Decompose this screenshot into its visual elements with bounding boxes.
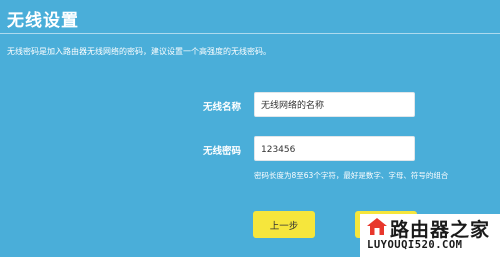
header-divider bbox=[0, 33, 500, 34]
password-label: 无线密码 bbox=[203, 146, 242, 157]
watermark-site: LUYOUQI520.COM bbox=[367, 239, 463, 251]
page-description: 无线密码是加入路由器无线网络的密码，建议设置一个高强度的无线密码。 bbox=[7, 47, 271, 56]
prev-step-button[interactable]: 上一步 bbox=[253, 211, 315, 238]
ssid-label: 无线名称 bbox=[203, 102, 242, 113]
ssid-input[interactable] bbox=[255, 93, 414, 116]
password-hint: 密码长度为8至63个字符，最好是数字、字母、符号的组合 bbox=[254, 171, 449, 180]
page-title: 无线设置 bbox=[7, 11, 79, 31]
ssid-field-box bbox=[254, 92, 415, 117]
password-field-box bbox=[254, 136, 415, 162]
watermark-logo-text: 路由器之家 bbox=[390, 219, 491, 241]
password-input[interactable] bbox=[255, 138, 414, 162]
watermark: 路由器之家 LUYOUQI520.COM bbox=[360, 214, 500, 257]
house-logo-icon bbox=[367, 218, 387, 235]
